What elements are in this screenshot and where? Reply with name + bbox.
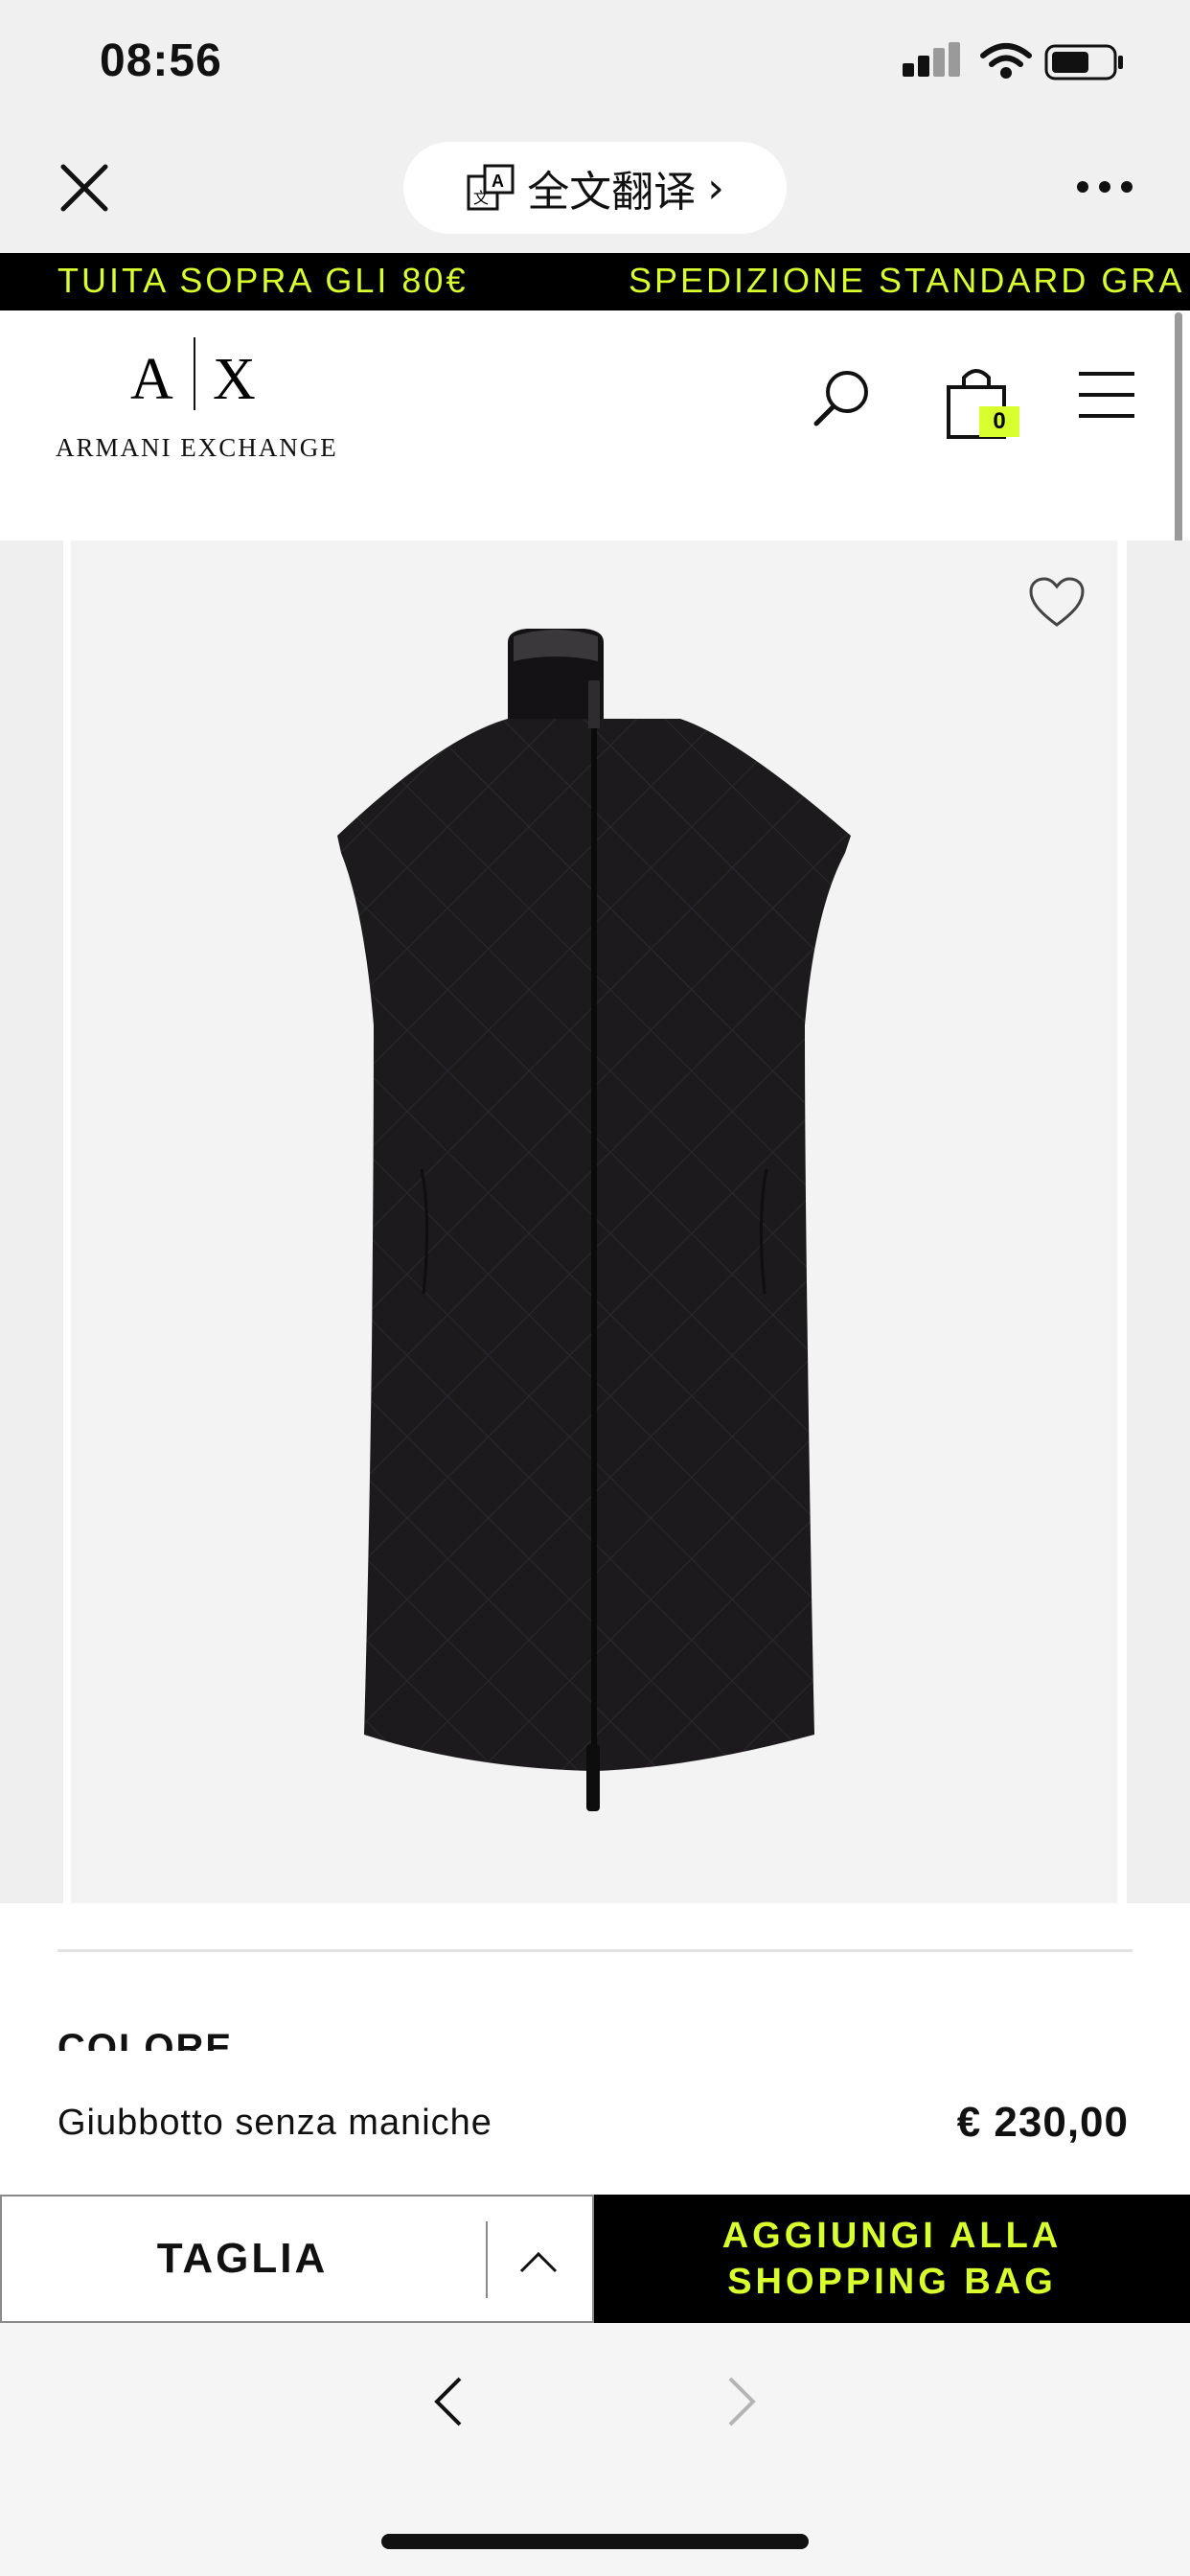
add-to-bag-line1: AGGIUNGI ALLA xyxy=(721,2216,1063,2256)
chevron-right-icon: › xyxy=(707,163,724,213)
product-name: Giubbotto senza maniche xyxy=(57,2103,492,2143)
translate-label: 全文翻译 xyxy=(527,168,697,217)
size-selector-label: TAGLIA xyxy=(156,2235,329,2282)
logo-text[interactable]: ARMANI EXCHANGE xyxy=(56,433,338,463)
product-price: € 230,00 xyxy=(956,2099,1129,2146)
translate-icon: A 文 xyxy=(467,164,515,211)
home-indicator[interactable] xyxy=(381,2534,809,2549)
translate-button[interactable]: A 文 全文翻译 › xyxy=(403,142,787,234)
svg-text:X: X xyxy=(213,347,256,410)
gallery-next-image[interactable] xyxy=(1127,540,1190,1903)
search-icon[interactable] xyxy=(811,368,872,429)
forward-arrow-icon[interactable] xyxy=(722,2373,761,2430)
product-photo-vest xyxy=(337,629,851,1811)
svg-text:文: 文 xyxy=(473,189,489,207)
close-icon[interactable] xyxy=(50,153,119,222)
color-section-label: COLORE xyxy=(57,2027,234,2051)
more-icon[interactable] xyxy=(1075,172,1134,201)
status-time: 08:56 xyxy=(100,35,222,86)
svg-text:A: A xyxy=(492,172,504,191)
wifi-icon xyxy=(980,43,1032,79)
promo-banner: TUITA SOPRA GLI 80€ SPEDIZIONE STANDARD … xyxy=(0,253,1190,310)
back-arrow-icon[interactable] xyxy=(429,2373,468,2430)
add-to-bag-button[interactable]: AGGIUNGI ALLA SHOPPING BAG xyxy=(594,2195,1190,2323)
add-to-bag-line2: SHOPPING BAG xyxy=(727,2262,1057,2302)
cellular-icon xyxy=(903,42,960,77)
wishlist-heart-icon[interactable] xyxy=(1027,575,1087,629)
bag-count-badge: 0 xyxy=(979,406,1019,437)
gallery-prev-image[interactable] xyxy=(0,540,63,1903)
chevron-up-icon[interactable] xyxy=(517,2242,560,2281)
logo-mark[interactable]: A X xyxy=(125,337,268,410)
promo-text-left: TUITA SOPRA GLI 80€ xyxy=(57,261,469,300)
svg-text:A: A xyxy=(130,347,173,410)
battery-icon xyxy=(1044,44,1123,80)
status-icons xyxy=(903,42,1123,80)
menu-icon[interactable] xyxy=(1077,370,1136,420)
promo-text-right: SPEDIZIONE STANDARD GRA xyxy=(629,261,1185,300)
details-divider xyxy=(57,1949,1133,1952)
size-selector-divider xyxy=(486,2221,488,2298)
